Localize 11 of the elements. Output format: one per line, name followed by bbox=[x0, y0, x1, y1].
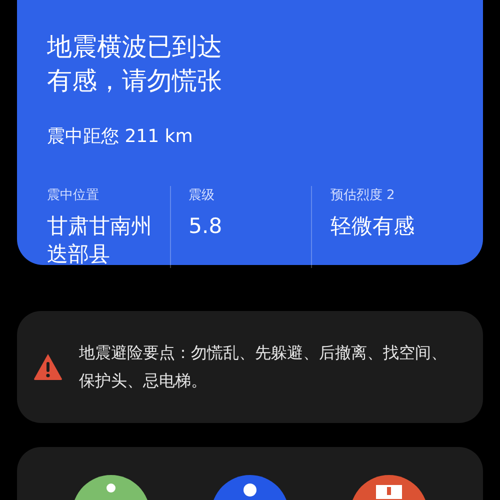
info-value: 甘肃甘南州 迭部县 bbox=[47, 213, 153, 268]
info-value: 轻微有感 bbox=[330, 213, 416, 240]
info-label: 震中位置 bbox=[47, 187, 100, 204]
info-label: 预估烈度 2 bbox=[330, 187, 396, 204]
square-icon bbox=[376, 483, 402, 499]
epicenter-distance: 震中距您 211 km bbox=[47, 125, 194, 148]
info-value: 5.8 bbox=[188, 213, 224, 240]
info-label: 震级 bbox=[188, 187, 216, 204]
warning-icon bbox=[33, 353, 63, 381]
safety-tips: 地震避险要点：勿慌乱、先躲避、后撤离、找空间、保护头、忌电梯。 bbox=[79, 342, 448, 392]
alert-title: 地震横波已到达 有感，请勿慌张 bbox=[47, 31, 223, 97]
